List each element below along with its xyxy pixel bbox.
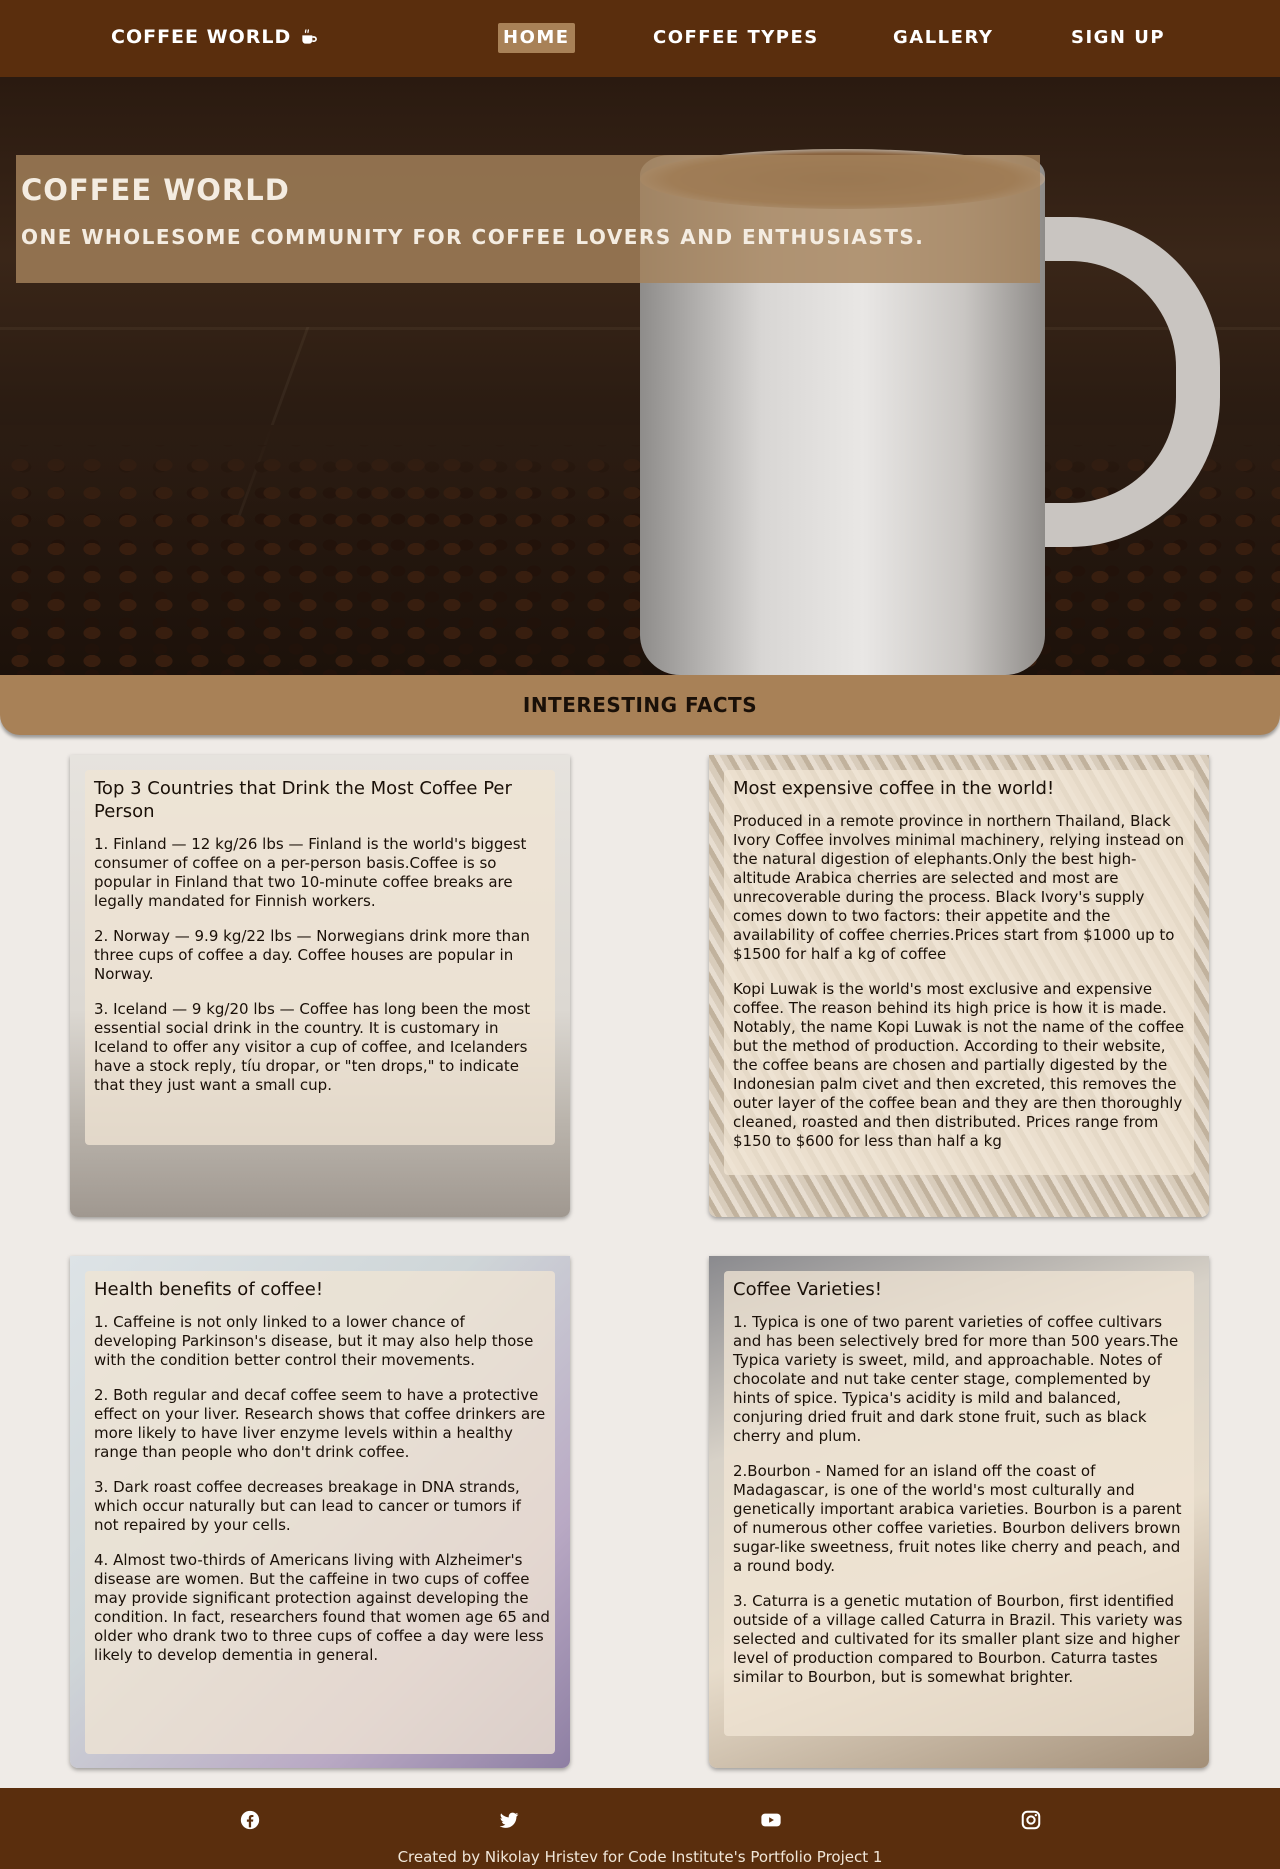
hero-title: COFFEE WORLD xyxy=(21,173,290,207)
card-paragraph: 1. Finland — 12 kg/26 lbs — Finland is t… xyxy=(94,835,527,910)
instagram-link[interactable] xyxy=(1020,1809,1042,1831)
card-paragraph: Kopi Luwak is the world's most exclusive… xyxy=(733,980,1185,1150)
brand-logo-link[interactable]: COFFEE WORLD xyxy=(111,26,319,48)
card-title: Health benefits of coffee! xyxy=(94,1279,324,1300)
card-paragraph: 2.Bourbon - Named for an island off the … xyxy=(733,1462,1182,1575)
card-paragraph: 1. Typica is one of two parent varieties… xyxy=(733,1313,1179,1445)
twitter-icon xyxy=(499,1812,519,1828)
fact-card-expensive-coffee: Most expensive coffee in the world! Prod… xyxy=(709,755,1209,1217)
card-content: Health benefits of coffee! 1. Caffeine i… xyxy=(94,1278,550,1681)
youtube-link[interactable] xyxy=(760,1809,782,1831)
facebook-link[interactable] xyxy=(239,1809,261,1831)
fact-card-coffee-varieties: Coffee Varieties! 1. Typica is one of tw… xyxy=(709,1256,1209,1768)
card-content: Most expensive coffee in the world! Prod… xyxy=(733,777,1189,1167)
card-paragraph: 3. Dark roast coffee decreases breakage … xyxy=(94,1478,521,1534)
card-title: Most expensive coffee in the world! xyxy=(733,778,1055,799)
card-title: Top 3 Countries that Drink the Most Coff… xyxy=(94,778,512,822)
fact-card-health-benefits: Health benefits of coffee! 1. Caffeine i… xyxy=(70,1256,570,1768)
youtube-icon xyxy=(761,1813,781,1827)
page-footer: Created by Nikolay Hristev for Code Inst… xyxy=(0,1788,1280,1869)
nav-link-sign-up[interactable]: SIGN UP xyxy=(1071,23,1165,53)
nav-link-gallery[interactable]: GALLERY xyxy=(893,23,993,53)
facts-heading: INTERESTING FACTS xyxy=(522,693,758,717)
card-paragraph: 4. Almost two-thirds of Americans living… xyxy=(94,1551,550,1664)
top-navbar: COFFEE WORLD HOME COFFEE TYPES GALLERY S… xyxy=(0,0,1280,77)
footer-credit: Created by Nikolay Hristev for Code Inst… xyxy=(397,1848,883,1866)
interesting-facts-bar: INTERESTING FACTS xyxy=(0,675,1280,735)
instagram-icon xyxy=(1021,1810,1041,1830)
card-content: Top 3 Countries that Drink the Most Coff… xyxy=(94,777,550,1111)
card-paragraph: Produced in a remote province in norther… xyxy=(733,812,1185,963)
twitter-link[interactable] xyxy=(498,1809,520,1831)
facebook-icon xyxy=(240,1810,260,1830)
hero-subtitle: ONE WHOLESOME COMMUNITY FOR COFFEE LOVER… xyxy=(21,225,925,249)
brand-name: COFFEE WORLD xyxy=(111,26,292,48)
card-paragraph: 3. Caturra is a genetic mutation of Bour… xyxy=(733,1592,1183,1686)
mug-hot-icon xyxy=(302,29,318,44)
card-title: Coffee Varieties! xyxy=(733,1279,883,1300)
card-content: Coffee Varieties! 1. Typica is one of tw… xyxy=(733,1278,1189,1703)
hero-banner: COFFEE WORLD ONE WHOLESOME COMMUNITY FOR… xyxy=(0,77,1280,675)
card-paragraph: 2. Norway — 9.9 kg/22 lbs — Norwegians d… xyxy=(94,927,530,983)
card-paragraph: 2. Both regular and decaf coffee seem to… xyxy=(94,1386,546,1461)
fact-card-countries: Top 3 Countries that Drink the Most Coff… xyxy=(70,755,570,1217)
card-paragraph: 3. Iceland — 9 kg/20 lbs — Coffee has lo… xyxy=(94,1000,531,1094)
nav-link-home[interactable]: HOME xyxy=(498,23,575,53)
nav-link-coffee-types[interactable]: COFFEE TYPES xyxy=(653,23,819,53)
card-paragraph: 1. Caffeine is not only linked to a lowe… xyxy=(94,1313,534,1369)
